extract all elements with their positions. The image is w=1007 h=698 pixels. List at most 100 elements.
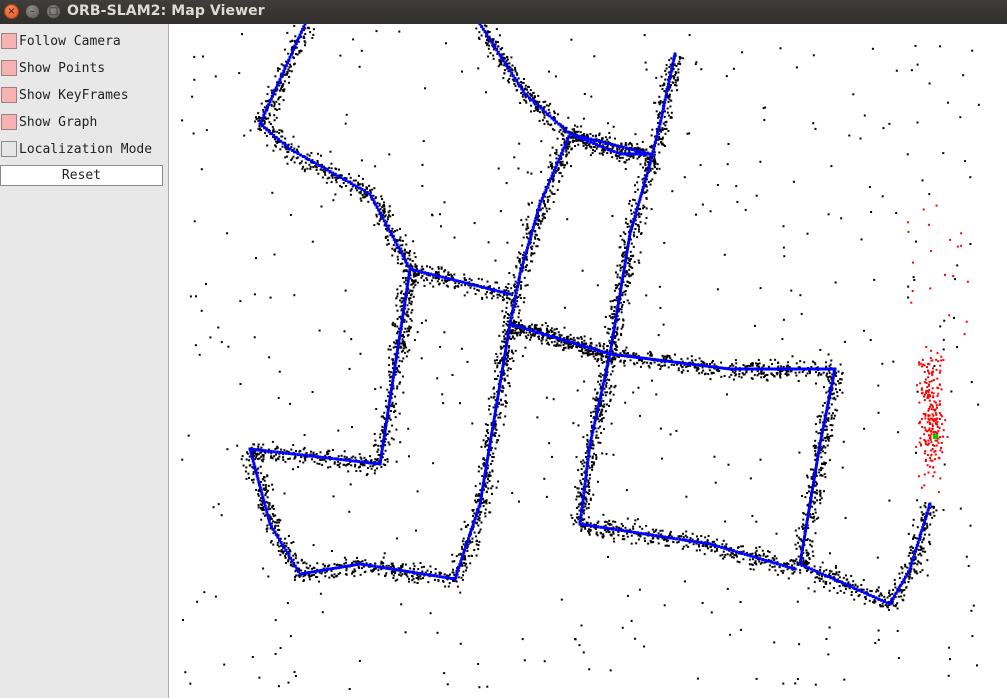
map-point — [633, 199, 636, 202]
map-point — [392, 321, 395, 324]
map-point — [527, 91, 529, 94]
map-point — [328, 576, 331, 579]
map-point — [382, 203, 385, 206]
map-point — [821, 404, 824, 407]
option-show-keyframes[interactable]: Show KeyFrames — [0, 84, 168, 106]
maximize-window-button[interactable]: □ — [46, 4, 61, 19]
map-point — [285, 155, 288, 158]
map-point — [628, 281, 631, 284]
show-points-checkbox[interactable] — [1, 60, 17, 76]
map-point — [677, 369, 680, 372]
follow-camera-checkbox[interactable] — [1, 33, 17, 49]
map-point — [537, 94, 540, 97]
close-window-button[interactable]: × — [4, 4, 19, 19]
map-point — [257, 128, 260, 130]
option-localization-mode[interactable]: Localization Mode — [0, 138, 168, 160]
map-point — [516, 332, 519, 335]
map-point — [477, 277, 480, 280]
map-point — [442, 579, 444, 582]
map-point — [698, 372, 701, 375]
option-show-graph[interactable]: Show Graph — [0, 111, 168, 133]
map-point — [897, 595, 900, 598]
map-point — [354, 570, 357, 573]
map-point — [543, 114, 546, 117]
map-point — [830, 417, 833, 420]
map-point — [630, 258, 632, 261]
option-show-points[interactable]: Show Points — [0, 57, 168, 79]
map-point — [274, 524, 277, 527]
map-point — [560, 144, 563, 147]
map-point — [819, 493, 822, 496]
map-point — [412, 286, 415, 289]
map-point — [590, 421, 593, 424]
reset-button[interactable]: Reset — [0, 165, 163, 186]
map-point — [580, 460, 583, 463]
map-point — [563, 138, 566, 141]
map-point — [240, 458, 243, 461]
map-point — [437, 579, 440, 582]
map-point — [891, 593, 894, 595]
map-point — [592, 410, 595, 413]
map-point — [819, 569, 822, 572]
minimize-window-button[interactable]: – — [25, 4, 40, 19]
map-point — [266, 496, 269, 499]
map-point — [603, 428, 605, 431]
map-point — [627, 285, 630, 288]
map-point — [501, 385, 504, 387]
map-point — [515, 89, 518, 92]
map-canvas[interactable] — [170, 24, 1007, 698]
map-point — [298, 162, 301, 165]
map-point — [321, 463, 324, 466]
show-keyframes-checkbox[interactable] — [1, 87, 17, 103]
map-point — [912, 536, 915, 539]
map-point — [597, 441, 600, 444]
map-point — [519, 252, 522, 255]
map-point — [636, 361, 639, 364]
map-point — [411, 575, 414, 578]
map-point — [623, 290, 626, 293]
map-point — [312, 566, 315, 569]
map-point — [426, 569, 429, 572]
map-point — [607, 327, 610, 330]
map-viewport[interactable] — [170, 24, 1007, 698]
map-point — [606, 344, 609, 347]
map-point — [732, 378, 735, 381]
map-point — [331, 176, 334, 179]
map-point — [798, 527, 801, 530]
map-point — [263, 476, 266, 479]
map-point — [248, 464, 251, 467]
map-point — [478, 31, 481, 34]
map-point — [824, 451, 827, 454]
localization-mode-checkbox[interactable] — [1, 141, 17, 157]
map-point — [284, 460, 287, 463]
map-point — [495, 41, 497, 44]
map-point — [405, 320, 408, 323]
map-point — [712, 371, 715, 374]
map-point — [486, 38, 489, 41]
map-point — [888, 608, 890, 611]
map-point — [588, 485, 591, 488]
map-point — [484, 515, 487, 518]
map-point — [823, 586, 825, 588]
map-point — [387, 216, 390, 219]
map-point — [304, 33, 307, 35]
map-point — [277, 140, 280, 143]
map-point — [665, 64, 668, 67]
map-point — [804, 496, 807, 499]
map-point — [616, 328, 619, 331]
map-point — [670, 363, 673, 366]
map-point — [589, 145, 592, 148]
map-point — [394, 250, 396, 253]
window-titlebar[interactable]: × – □ ORB-SLAM2: Map Viewer — [0, 0, 1007, 24]
map-point — [478, 493, 481, 495]
show-graph-checkbox[interactable] — [1, 114, 17, 130]
option-follow-camera[interactable]: Follow Camera — [0, 30, 168, 52]
map-point — [385, 572, 388, 575]
map-point — [331, 574, 334, 577]
map-point — [345, 456, 348, 459]
map-point — [521, 95, 524, 98]
map-point — [463, 294, 466, 297]
map-point — [309, 564, 312, 567]
map-point — [608, 136, 611, 139]
map-point — [499, 352, 502, 355]
